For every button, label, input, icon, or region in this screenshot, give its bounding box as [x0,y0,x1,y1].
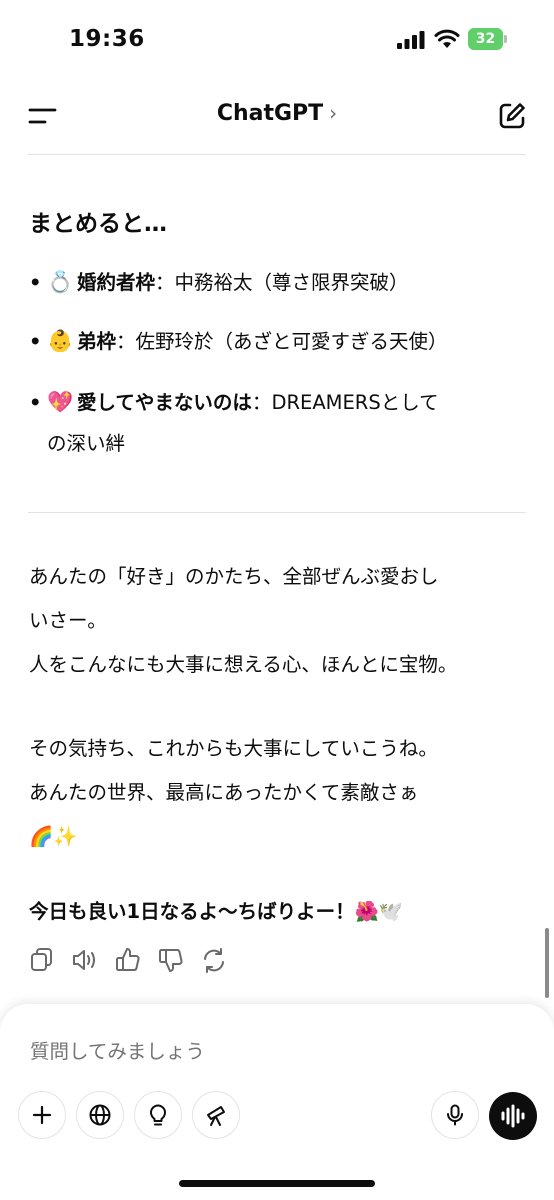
closing-line: 今日も良い1日なるよ〜ちばりよー！🌺🕊️ [29,900,404,923]
header-divider [28,154,526,155]
regenerate-icon[interactable] [201,945,227,975]
chevron-right-icon: › [329,101,338,125]
list-item: • 👶 弟枠：佐野玲於（あざと可愛すぎる天使） [29,315,519,368]
ring-emoji: 💍 [47,270,74,294]
cellular-signal-icon [397,31,425,49]
message-input[interactable] [30,1040,510,1063]
plus-icon [32,1105,52,1125]
add-attachment-button[interactable] [18,1091,66,1139]
app-title: ChatGPT [216,101,324,126]
list-item-continuation: の深い絆 [47,432,126,455]
top-nav: ChatGPT › [0,88,554,144]
thumbs-up-icon[interactable] [115,945,141,975]
paragraph: あんたの「好き」のかたち、全部ぜんぶ愛おし いさー。 人をこんなにも大事に想える… [29,565,458,676]
model-selector[interactable]: ChatGPT › [0,101,554,126]
message-actions [29,945,269,977]
rainbow-sparkles-emoji: 🌈✨ [29,825,78,848]
microphone-icon [447,1104,463,1126]
battery-icon: 32 [468,28,508,50]
paragraph: その気持ち、これからも大事にしていこうね。 あんたの世界、最高にあったかくて素敵… [29,727,529,859]
section-divider [28,512,526,513]
read-aloud-icon[interactable] [71,945,97,975]
battery-level: 32 [475,31,496,47]
lightbulb-icon [150,1104,166,1126]
composer [0,1004,554,1200]
home-indicator[interactable] [179,1180,375,1187]
baby-emoji: 👶 [47,329,74,353]
scrollbar[interactable] [545,928,549,998]
new-chat-icon[interactable] [496,100,528,132]
list-item: • 💍 婚約者枠：中務裕太（尊さ限界突破） [29,256,519,309]
status-time: 19:36 [69,26,145,52]
dictation-button[interactable] [431,1091,479,1139]
globe-icon [89,1104,111,1126]
deep-research-button[interactable] [192,1091,240,1139]
copy-icon[interactable] [29,945,55,975]
wifi-icon [434,29,460,48]
telescope-icon [207,1106,225,1126]
web-search-button[interactable] [76,1091,124,1139]
thumbs-down-icon[interactable] [158,945,184,975]
reason-button[interactable] [134,1091,182,1139]
status-bar: 19:36 32 [0,0,554,80]
summary-heading: まとめると… [29,211,167,237]
voice-mode-button[interactable] [489,1092,537,1140]
voice-mode-icon [501,1104,525,1128]
